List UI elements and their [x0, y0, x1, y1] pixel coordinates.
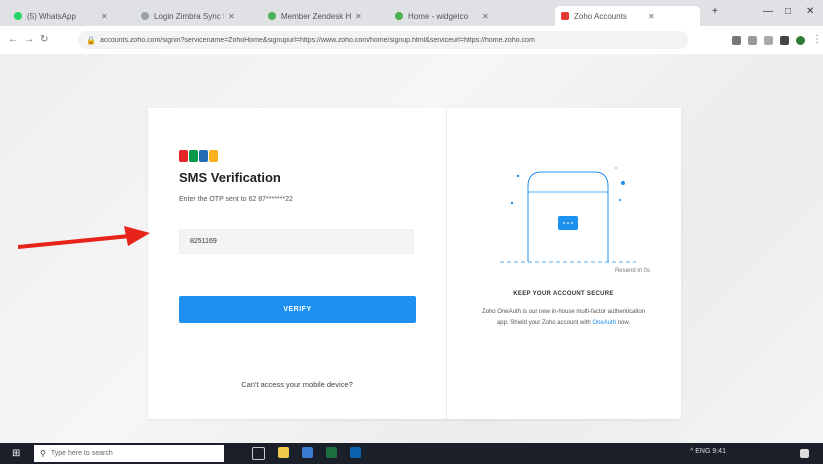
close-icon[interactable]: ✕ — [482, 12, 489, 21]
store-icon[interactable] — [302, 447, 313, 458]
page-icon — [141, 12, 149, 20]
extension-icon[interactable] — [780, 36, 789, 45]
verify-button[interactable]: VERIFY — [179, 296, 416, 323]
secure-heading: KEEP YOUR ACCOUNT SECURE — [513, 291, 614, 297]
signin-card: SMS Verification Enter the OTP sent to 6… — [148, 108, 681, 419]
secure-description: Zoho OneAuth is our new in-house multi-f… — [481, 309, 646, 326]
outlook-icon[interactable] — [350, 447, 361, 458]
logo-block-o2 — [209, 150, 218, 162]
file-explorer-icon[interactable] — [278, 447, 289, 458]
taskbar-search[interactable]: ⚲ Type here to search — [34, 445, 224, 462]
excel-icon[interactable] — [326, 447, 337, 458]
tab-zoho-accounts[interactable]: Zoho Accounts ✕ — [555, 6, 700, 26]
red-arrow-annotation — [18, 226, 150, 249]
tab-login[interactable]: Login Zimbra Sync Signin ✕ — [135, 6, 255, 26]
close-icon[interactable]: ✕ — [228, 12, 235, 21]
tab-member[interactable]: Member Zendesk Home ✕ — [262, 6, 382, 26]
logo-block-z — [179, 150, 188, 162]
otp-input[interactable] — [179, 229, 414, 254]
page-title: SMS Verification — [179, 170, 281, 185]
page-icon — [268, 12, 276, 20]
browser-tab-bar: (5) WhatsApp ✕ Login Zimbra Sync Signin … — [0, 0, 823, 26]
whatsapp-icon — [14, 12, 22, 20]
logo-block-h — [199, 150, 208, 162]
back-icon[interactable]: ← — [8, 34, 18, 45]
close-icon[interactable]: ✕ — [355, 12, 362, 21]
url-field[interactable]: 🔒 accounts.zoho.com/signin?servicename=Z… — [78, 31, 688, 49]
tab-whatsapp[interactable]: (5) WhatsApp ✕ — [8, 6, 128, 26]
search-icon: ⚲ — [40, 449, 46, 458]
system-tray[interactable]: ^ ENG 9:41 — [690, 448, 726, 455]
maximize-button[interactable]: □ — [785, 6, 791, 17]
star-icon[interactable] — [764, 36, 773, 45]
zoho-icon — [561, 12, 569, 20]
task-view-icon[interactable] — [252, 447, 265, 460]
close-window-button[interactable]: ✕ — [806, 6, 814, 17]
resend-otp-link[interactable]: Resend in 0s — [615, 268, 650, 274]
zoho-logo — [179, 150, 218, 162]
otp-instruction: Enter the OTP sent to 62 87*******22 — [179, 196, 293, 203]
new-tab-icon[interactable]: + — [712, 6, 718, 17]
address-bar: ← → ↻ 🔒 accounts.zoho.com/signin?service… — [0, 26, 823, 55]
lock-icon: 🔒 — [86, 35, 96, 45]
reload-icon[interactable]: ↻ — [40, 34, 48, 45]
logo-block-o — [189, 150, 198, 162]
phone-chat-illustration — [500, 167, 636, 263]
taskbar: ⊞ ⚲ Type here to search ^ ENG 9:41 — [0, 443, 823, 464]
oneauth-link[interactable]: OneAuth — [592, 320, 616, 326]
cant-access-link[interactable]: Can't access your mobile device? — [148, 380, 446, 389]
profile-avatar[interactable] — [796, 36, 805, 45]
extension-icon[interactable] — [732, 36, 741, 45]
windows-start-icon[interactable]: ⊞ — [12, 448, 20, 459]
panel-divider — [446, 108, 447, 419]
close-icon[interactable]: ✕ — [101, 12, 108, 21]
extension-icon[interactable] — [748, 36, 757, 45]
forward-icon[interactable]: → — [24, 34, 34, 45]
close-icon[interactable]: ✕ — [648, 12, 655, 21]
tab-home[interactable]: Home - widgetco ✕ — [389, 6, 539, 26]
minimize-button[interactable]: — — [763, 6, 773, 17]
menu-icon[interactable]: ⋮ — [812, 34, 822, 45]
notification-icon[interactable] — [800, 449, 809, 458]
page-icon — [395, 12, 403, 20]
